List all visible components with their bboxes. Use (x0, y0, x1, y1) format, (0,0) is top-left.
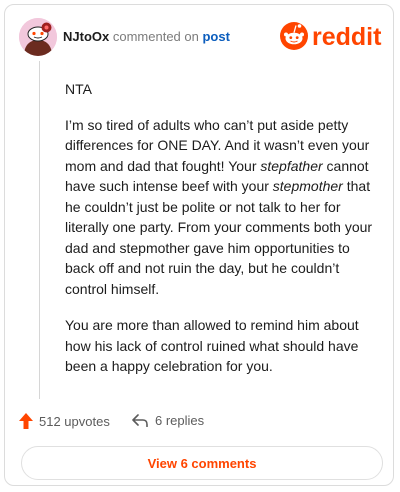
comment-body: NTA I’m so tired of adults who can’t put … (65, 79, 383, 393)
comment-paragraph: I’m so tired of adults who can’t put asi… (65, 115, 383, 300)
username-link[interactable]: NJtoOx (63, 29, 109, 44)
comment-paragraph: NTA (65, 79, 383, 100)
emphasized-text: stepmother (272, 178, 343, 194)
comment-card: NJtoOx commented on post reddit NTA I’m s… (4, 4, 394, 486)
upvote-count: 512 upvotes (39, 413, 110, 429)
upvote-arrow-icon[interactable] (19, 413, 33, 429)
reply-arrow-icon[interactable] (132, 414, 148, 427)
emphasized-text: stepfather (260, 157, 323, 174)
reddit-snoo-icon (280, 22, 308, 50)
comment-text: NTA (65, 81, 92, 97)
view-comments-button[interactable]: View 6 comments (21, 446, 383, 480)
comment-text: You are more than allowed to remind him … (65, 317, 359, 374)
commented-on-label: commented on (112, 29, 199, 44)
upvote-button[interactable]: 512 upvotes (19, 413, 110, 429)
snoo-avatar-icon[interactable] (19, 18, 57, 56)
svg-text:reddit: reddit (312, 23, 382, 51)
replies-button[interactable]: 6 replies (132, 413, 204, 428)
thread-line (39, 61, 40, 399)
comment-text: that he couldn’t just be polite or not t… (65, 178, 373, 297)
comment-paragraph: You are more than allowed to remind him … (65, 315, 383, 377)
reply-count: 6 replies (155, 413, 205, 428)
post-link[interactable]: post (202, 29, 229, 44)
reddit-logo: reddit (279, 19, 389, 53)
comment-header: NJtoOx commented on post (63, 29, 230, 44)
